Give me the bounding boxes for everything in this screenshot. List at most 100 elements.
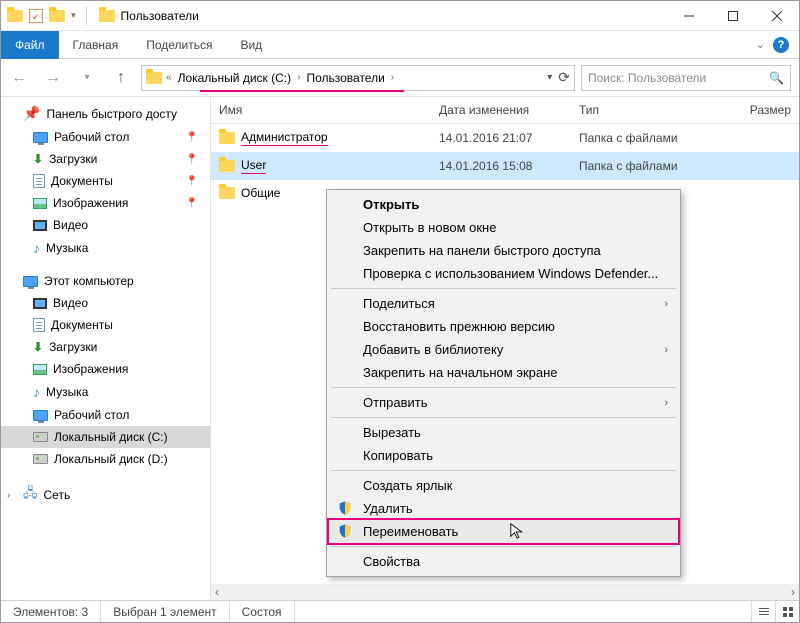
separator: [331, 387, 676, 388]
qat-dropdown-icon[interactable]: ▾: [71, 10, 76, 21]
status-state: Состоя: [230, 601, 295, 622]
tree-videos[interactable]: Видео: [1, 214, 210, 236]
this-pc-group[interactable]: Этот компьютер: [1, 270, 210, 292]
ctx-restore[interactable]: Восстановить прежнюю версию: [329, 315, 678, 338]
group-label: Этот компьютер: [44, 274, 134, 288]
ctx-share[interactable]: Поделиться›: [329, 292, 678, 315]
chevron-right-icon[interactable]: ›: [297, 72, 300, 83]
navigation-tree[interactable]: 📌 Панель быстрого досту Рабочий стол📍 ⬇З…: [1, 97, 211, 600]
pictures-icon: [33, 364, 47, 375]
tree-pc-pictures[interactable]: Изображения: [1, 358, 210, 380]
back-button[interactable]: ←: [5, 64, 33, 92]
separator: [331, 470, 676, 471]
tree-pc-music[interactable]: ♪Музыка: [1, 380, 210, 404]
scroll-left-icon[interactable]: ‹: [211, 585, 223, 599]
ctx-open-new[interactable]: Открыть в новом окне: [329, 216, 678, 239]
minimize-button[interactable]: [667, 1, 711, 31]
close-button[interactable]: [755, 1, 799, 31]
chevron-right-icon: ›: [664, 397, 668, 409]
titlebar: ✓ ▾ Пользователи: [1, 1, 799, 31]
properties-icon[interactable]: ✓: [29, 9, 43, 23]
breadcrumb-folder-icon: [146, 72, 162, 84]
ctx-rename[interactable]: Переименовать: [329, 520, 678, 543]
chevron-right-icon[interactable]: ›: [7, 490, 17, 501]
col-name[interactable]: Имя: [211, 97, 431, 123]
ctx-shortcut[interactable]: Создать ярлык: [329, 474, 678, 497]
pin-icon: 📍: [186, 176, 204, 187]
horizontal-scrollbar[interactable]: ‹ ›: [211, 584, 799, 600]
col-date[interactable]: Дата изменения: [431, 97, 571, 123]
nav-row: ← → ▾ ↑ « Локальный диск (C:) › Пользова…: [1, 59, 799, 97]
star-icon: 📌: [23, 105, 40, 122]
tree-pc-downloads[interactable]: ⬇Загрузки: [1, 336, 210, 358]
breadcrumb-drive[interactable]: Локальный диск (C:): [176, 69, 294, 87]
ribbon: Файл Главная Поделиться Вид ⌄ ?: [1, 31, 799, 59]
download-icon: ⬇: [33, 152, 43, 166]
ctx-delete[interactable]: Удалить: [329, 497, 678, 520]
col-type[interactable]: Тип: [571, 97, 721, 123]
chevron-right-icon: ›: [664, 298, 668, 310]
context-menu: Открыть Открыть в новом окне Закрепить н…: [326, 189, 681, 577]
divider: [86, 7, 87, 25]
up-button[interactable]: ↑: [107, 64, 135, 92]
help-icon[interactable]: ?: [773, 37, 789, 53]
tab-share[interactable]: Поделиться: [132, 32, 226, 58]
tree-pc-desktop[interactable]: Рабочий стол: [1, 404, 210, 426]
tree-desktop[interactable]: Рабочий стол📍: [1, 126, 210, 148]
scroll-right-icon[interactable]: ›: [787, 585, 799, 599]
tree-drive-c[interactable]: Локальный диск (C:): [1, 426, 210, 448]
desktop-icon: [33, 132, 48, 143]
ctx-defender[interactable]: Проверка с использованием Windows Defend…: [329, 262, 678, 285]
list-item[interactable]: User 14.01.2016 15:08 Папка с файлами: [211, 152, 799, 180]
search-placeholder: Поиск: Пользователи: [588, 71, 706, 85]
disk-icon: [33, 432, 48, 442]
file-tab[interactable]: Файл: [1, 31, 59, 59]
tree-pictures[interactable]: Изображения📍: [1, 192, 210, 214]
ctx-pin-quick[interactable]: Закрепить на панели быстрого доступа: [329, 239, 678, 262]
ctx-cut[interactable]: Вырезать: [329, 421, 678, 444]
forward-button[interactable]: →: [39, 64, 67, 92]
address-dropdown-icon[interactable]: ▾: [547, 72, 552, 83]
chevron-right-icon[interactable]: ›: [391, 72, 394, 83]
search-input[interactable]: Поиск: Пользователи 🔍: [581, 65, 791, 91]
tree-downloads[interactable]: ⬇Загрузки📍: [1, 148, 210, 170]
music-icon: ♪: [33, 240, 40, 256]
ribbon-expand-icon[interactable]: ⌄: [756, 38, 765, 51]
folder-icon: [219, 160, 235, 172]
chevron-prefix-icon[interactable]: «: [166, 72, 172, 83]
col-size[interactable]: Размер: [721, 97, 799, 123]
shield-icon: [337, 500, 353, 516]
search-icon[interactable]: 🔍: [769, 71, 784, 85]
refresh-icon[interactable]: ⟳: [558, 69, 570, 86]
recent-dropdown-icon[interactable]: ▾: [73, 64, 101, 92]
ctx-library[interactable]: Добавить в библиотеку›: [329, 338, 678, 361]
separator: [331, 417, 676, 418]
ctx-send[interactable]: Отправить›: [329, 391, 678, 414]
chevron-right-icon: ›: [664, 344, 668, 356]
tree-music[interactable]: ♪Музыка: [1, 236, 210, 260]
quick-access-group[interactable]: 📌 Панель быстрого досту: [1, 101, 210, 126]
ctx-open[interactable]: Открыть: [329, 193, 678, 216]
network-group[interactable]: › 🖧 Сеть: [1, 480, 210, 510]
status-selection: Выбран 1 элемент: [101, 601, 229, 622]
tab-view[interactable]: Вид: [226, 32, 276, 58]
breadcrumb-folder[interactable]: Пользователи: [304, 69, 386, 87]
view-details-button[interactable]: [751, 601, 775, 622]
list-item[interactable]: Администратор 14.01.2016 21:07 Папка с ф…: [211, 124, 799, 152]
annotation-underline: [200, 90, 404, 92]
disk-icon: [33, 454, 48, 464]
view-large-button[interactable]: [775, 601, 799, 622]
tree-drive-d[interactable]: Локальный диск (D:): [1, 448, 210, 470]
new-folder-icon[interactable]: [49, 10, 65, 22]
status-bar: Элементов: 3 Выбран 1 элемент Состоя: [1, 600, 799, 622]
tab-home[interactable]: Главная: [59, 32, 133, 58]
address-bar[interactable]: « Локальный диск (C:) › Пользователи › ▾…: [141, 65, 575, 91]
ctx-pin-start[interactable]: Закрепить на начальном экране: [329, 361, 678, 384]
ctx-copy[interactable]: Копировать: [329, 444, 678, 467]
tree-pc-videos[interactable]: Видео: [1, 292, 210, 314]
tree-pc-documents[interactable]: Документы: [1, 314, 210, 336]
maximize-button[interactable]: [711, 1, 755, 31]
cursor-icon: [509, 522, 527, 540]
tree-documents[interactable]: Документы📍: [1, 170, 210, 192]
ctx-properties[interactable]: Свойства: [329, 550, 678, 573]
